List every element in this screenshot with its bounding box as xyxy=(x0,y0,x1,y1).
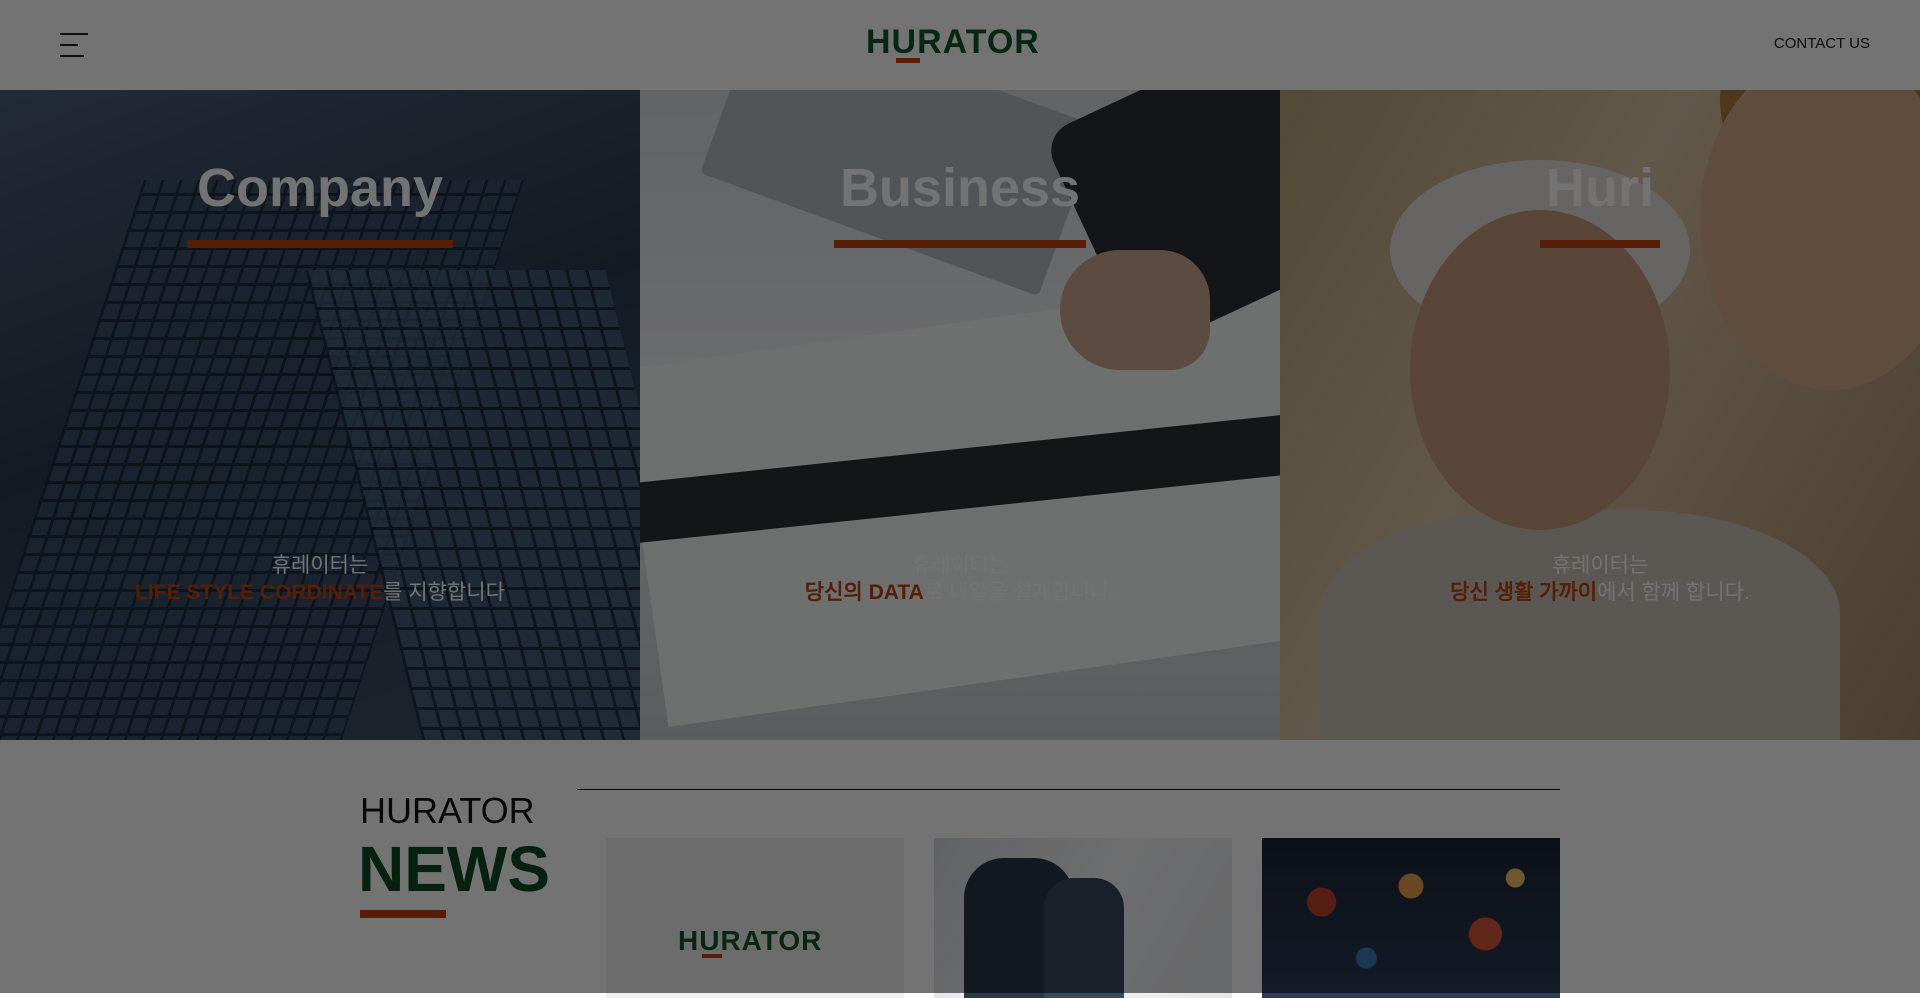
panel-huri[interactable]: Huri 휴레이터는 당신 생활 가까이에서 함께 합니다. xyxy=(1280,90,1920,740)
caption-line2: LIFE STYLE CORDINATE를 지향합니다 xyxy=(0,579,640,606)
news-card[interactable] xyxy=(1262,838,1560,998)
logo-accent-bar xyxy=(896,58,920,63)
panel-title-underline xyxy=(1540,240,1660,248)
panel-title: Huri xyxy=(1546,158,1654,218)
site-logo[interactable]: HURATOR xyxy=(866,24,1056,66)
site-header: HURATOR CONTACT US xyxy=(0,0,1920,90)
panel-business[interactable]: Business 휴레이터는 당신의 DATA로 내일을 설계합니다. xyxy=(640,90,1280,740)
panel-caption: 휴레이터는 당신 생활 가까이에서 함께 합니다. xyxy=(1280,552,1920,606)
caption-highlight: 당신의 DATA xyxy=(804,581,924,604)
card-logo: HURATOR xyxy=(678,926,838,960)
news-divider xyxy=(577,789,1560,790)
caption-line2: 당신 생활 가까이에서 함께 합니다. xyxy=(1280,579,1920,606)
hand-photo xyxy=(1060,250,1210,370)
panel-caption: 휴레이터는 LIFE STYLE CORDINATE를 지향합니다 xyxy=(0,552,640,606)
caption-highlight: 당신 생활 가까이 xyxy=(1450,581,1598,604)
hamburger-menu-icon[interactable] xyxy=(60,33,90,59)
card-logo-accent-bar xyxy=(702,954,722,958)
panel-company[interactable]: Company 휴레이터는 LIFE STYLE CORDINATE를 지향합니… xyxy=(0,90,640,740)
caption-line1: 휴레이터는 xyxy=(1551,554,1649,577)
card-logo-text: HURATOR xyxy=(678,925,823,956)
panel-title: Company xyxy=(196,158,444,218)
contact-us-link[interactable]: CONTACT US xyxy=(1774,35,1870,52)
caption-rest: 로 내일을 설계합니다. xyxy=(923,581,1116,604)
people-photo xyxy=(1700,90,1920,390)
news-heading-underline xyxy=(360,910,446,918)
panel-title-underline xyxy=(187,240,453,248)
news-card[interactable] xyxy=(934,838,1232,998)
caption-line1: 휴레이터는 xyxy=(911,554,1009,577)
people-photo xyxy=(1320,510,1840,740)
feature-panels: Company 휴레이터는 LIFE STYLE CORDINATE를 지향합니… xyxy=(0,90,1920,740)
meeting-photo xyxy=(1044,878,1124,998)
caption-line2: 당신의 DATA로 내일을 설계합니다. xyxy=(640,579,1280,606)
panel-caption: 휴레이터는 당신의 DATA로 내일을 설계합니다. xyxy=(640,552,1280,606)
caption-rest: 에서 함께 합니다. xyxy=(1597,581,1750,604)
news-heading-small: HURATOR xyxy=(360,790,535,831)
caption-rest: 를 지향합니다 xyxy=(383,581,505,604)
menu-line xyxy=(60,33,88,35)
people-photo xyxy=(1410,210,1670,530)
news-heading: NEWS xyxy=(358,833,550,905)
news-section: HURATOR NEWS HURATOR xyxy=(0,740,1920,998)
news-card[interactable]: HURATOR xyxy=(606,838,904,998)
panel-title-underline xyxy=(834,240,1086,248)
menu-line xyxy=(60,55,84,57)
panel-title: Business xyxy=(839,158,1081,218)
logo-text: HURATOR xyxy=(866,23,1040,61)
caption-highlight: LIFE STYLE CORDINATE xyxy=(135,581,384,604)
menu-line xyxy=(60,44,78,46)
caption-line1: 휴레이터는 xyxy=(271,554,369,577)
